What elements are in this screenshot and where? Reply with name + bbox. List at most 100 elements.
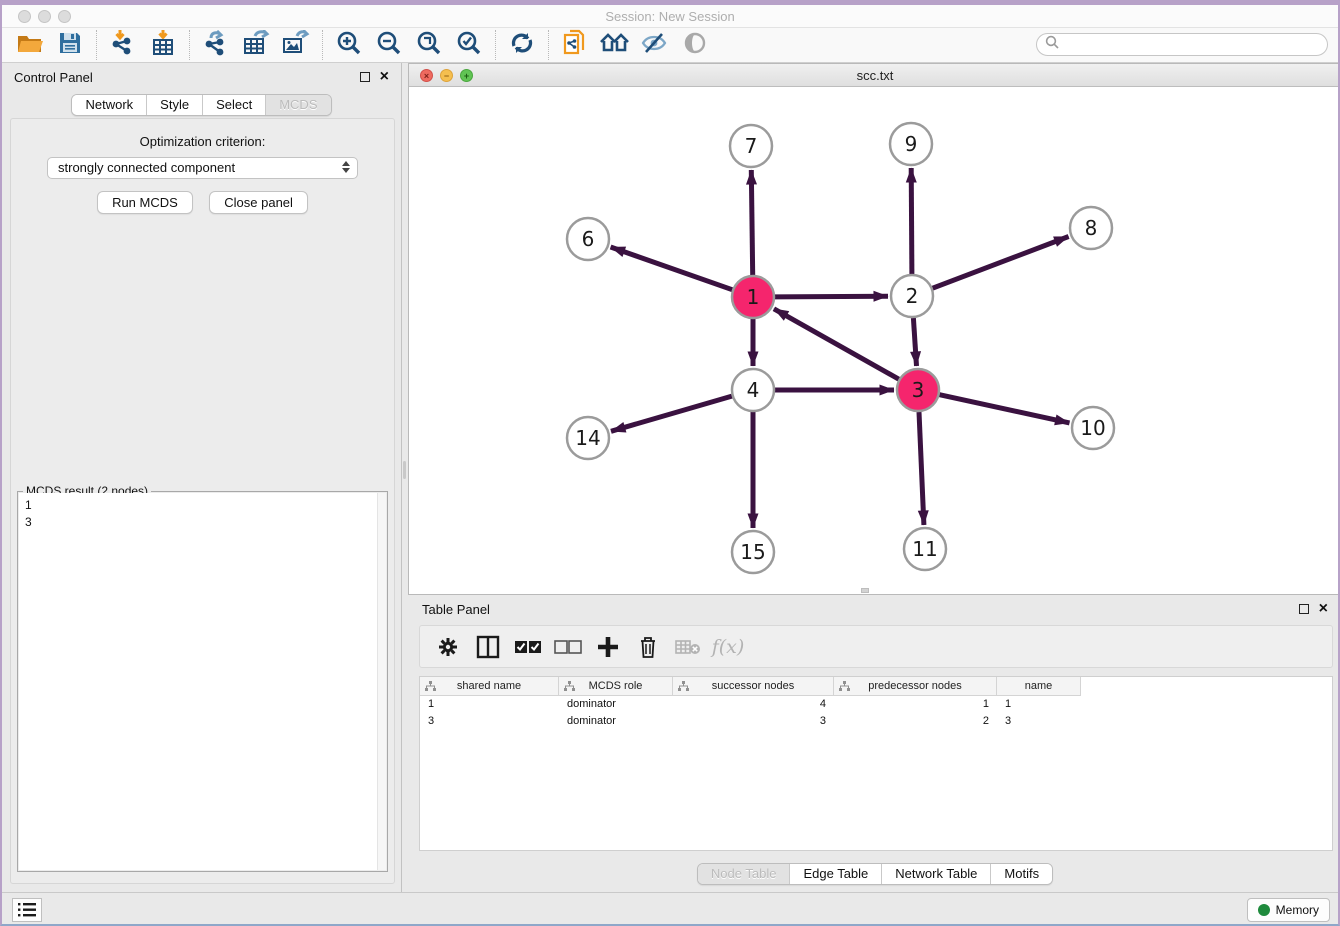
cell-successor-nodes[interactable]: 3 <box>673 713 834 730</box>
show-all-button[interactable] <box>675 29 715 61</box>
cell-shared-name[interactable]: 1 <box>420 696 559 713</box>
graph-node-3[interactable]: 3 <box>897 369 939 411</box>
cell-predecessor-nodes[interactable]: 1 <box>834 696 997 713</box>
refresh-layout-button[interactable] <box>502 29 542 61</box>
delete-table-button[interactable] <box>670 630 706 664</box>
float-panel-icon[interactable] <box>360 72 370 82</box>
column-header-mcds-role[interactable]: MCDS role <box>559 677 673 696</box>
delete-column-button[interactable] <box>630 630 666 664</box>
graph-node-1[interactable]: 1 <box>732 276 774 318</box>
graph-edge-1-6[interactable] <box>611 247 733 290</box>
search-box[interactable] <box>1036 33 1328 56</box>
select-all-columns-button[interactable] <box>510 630 546 664</box>
graph-edge-2-8[interactable] <box>933 237 1069 289</box>
save-session-icon <box>58 31 82 60</box>
column-header-name[interactable]: name <box>997 677 1081 696</box>
split-columns-button[interactable] <box>470 630 506 664</box>
zoom-selected-button[interactable] <box>449 29 489 61</box>
graph-node-6[interactable]: 6 <box>567 218 609 260</box>
mcds-result-group: MCDS result (2 nodes) 1 3 <box>17 491 388 872</box>
tab-edge-table[interactable]: Edge Table <box>790 864 882 884</box>
open-session-icon <box>17 32 44 59</box>
tab-motifs[interactable]: Motifs <box>991 864 1052 884</box>
graph-node-11[interactable]: 11 <box>904 528 946 570</box>
task-history-button[interactable] <box>12 898 42 922</box>
export-network-button[interactable] <box>196 29 236 61</box>
graph-node-4[interactable]: 4 <box>732 369 774 411</box>
table-row[interactable]: 1 dominator 4 1 1 <box>420 696 1332 713</box>
duplicate-network-button[interactable] <box>555 29 595 61</box>
graph-edge-3-1[interactable] <box>774 309 899 379</box>
svg-text:7: 7 <box>745 134 758 158</box>
graph-node-8[interactable]: 8 <box>1070 207 1112 249</box>
tab-mcds[interactable]: MCDS <box>266 95 330 115</box>
svg-text:3: 3 <box>912 378 925 402</box>
show-all-icon <box>682 31 708 60</box>
tab-style[interactable]: Style <box>147 95 203 115</box>
result-scrollbar[interactable] <box>377 493 386 870</box>
search-input[interactable] <box>1064 38 1319 52</box>
graph-node-9[interactable]: 9 <box>890 123 932 165</box>
export-image-button[interactable] <box>276 29 316 61</box>
graph-node-10[interactable]: 10 <box>1072 407 1114 449</box>
cell-mcds-role[interactable]: dominator <box>559 713 673 730</box>
graph-edge-1-2[interactable] <box>775 296 888 297</box>
float-table-panel-icon[interactable] <box>1299 604 1309 614</box>
hide-selected-button[interactable] <box>635 29 675 61</box>
gear-icon <box>437 636 459 658</box>
criterion-select[interactable]: strongly connected component <box>47 157 358 179</box>
tab-select[interactable]: Select <box>203 95 266 115</box>
divider-handle[interactable] <box>403 461 406 479</box>
add-column-button[interactable] <box>590 630 626 664</box>
network-window-title: scc.txt <box>409 68 1340 83</box>
network-canvas[interactable]: 1 2 3 4 6 7 8 9 10 11 14 15 <box>409 87 1340 593</box>
column-header-shared-name[interactable]: shared name <box>420 677 559 696</box>
titlebar[interactable]: Session: New Session <box>2 5 1338 28</box>
graph-edge-2-3[interactable] <box>913 318 916 366</box>
cell-name[interactable]: 3 <box>997 713 1081 730</box>
close-table-panel-icon[interactable]: × <box>1319 604 1328 614</box>
toolbar-separator <box>322 30 323 60</box>
graph-node-15[interactable]: 15 <box>732 531 774 573</box>
cell-shared-name[interactable]: 3 <box>420 713 559 730</box>
cell-successor-nodes[interactable]: 4 <box>673 696 834 713</box>
column-header-predecessor-nodes[interactable]: predecessor nodes <box>834 677 997 696</box>
tab-node-table[interactable]: Node Table <box>698 864 791 884</box>
memory-button[interactable]: Memory <box>1247 898 1330 922</box>
graph-edge-4-14[interactable] <box>611 396 732 431</box>
graph-edge-3-11[interactable] <box>919 412 924 525</box>
graph-node-14[interactable]: 14 <box>567 417 609 459</box>
zoom-fit-button[interactable] <box>409 29 449 61</box>
tab-network[interactable]: Network <box>72 95 147 115</box>
unselect-all-columns-button[interactable] <box>550 630 586 664</box>
network-window-titlebar[interactable]: × − + scc.txt <box>409 64 1340 87</box>
mcds-result-text[interactable]: 1 3 <box>19 493 386 870</box>
graph-edge-2-9[interactable] <box>911 168 912 274</box>
gear-button[interactable] <box>430 630 466 664</box>
graph-node-7[interactable]: 7 <box>730 125 772 167</box>
import-network-button[interactable] <box>103 29 143 61</box>
graph-edge-1-7[interactable] <box>751 170 752 275</box>
graph-node-2[interactable]: 2 <box>891 275 933 317</box>
zoom-out-button[interactable] <box>369 29 409 61</box>
svg-text:10: 10 <box>1080 416 1105 440</box>
open-session-button[interactable] <box>10 29 50 61</box>
zoom-in-button[interactable] <box>329 29 369 61</box>
run-mcds-button[interactable]: Run MCDS <box>97 191 193 214</box>
import-table-button[interactable] <box>143 29 183 61</box>
tab-network-table[interactable]: Network Table <box>882 864 991 884</box>
function-builder-button[interactable]: f(x) <box>710 630 746 664</box>
cell-name[interactable]: 1 <box>997 696 1081 713</box>
horizontal-divider-handle[interactable] <box>861 588 869 593</box>
graph-edge-3-10[interactable] <box>940 395 1070 423</box>
cell-mcds-role[interactable]: dominator <box>559 696 673 713</box>
save-session-button[interactable] <box>50 29 90 61</box>
close-panel-button[interactable]: Close panel <box>209 191 308 214</box>
cell-predecessor-nodes[interactable]: 2 <box>834 713 997 730</box>
export-table-button[interactable] <box>236 29 276 61</box>
table-tabs: Node Table Edge Table Network Table Moti… <box>408 863 1340 885</box>
close-panel-icon[interactable]: × <box>380 72 389 82</box>
table-row[interactable]: 3 dominator 3 2 3 <box>420 713 1332 730</box>
column-header-successor-nodes[interactable]: successor nodes <box>673 677 834 696</box>
home-button[interactable] <box>595 29 635 61</box>
